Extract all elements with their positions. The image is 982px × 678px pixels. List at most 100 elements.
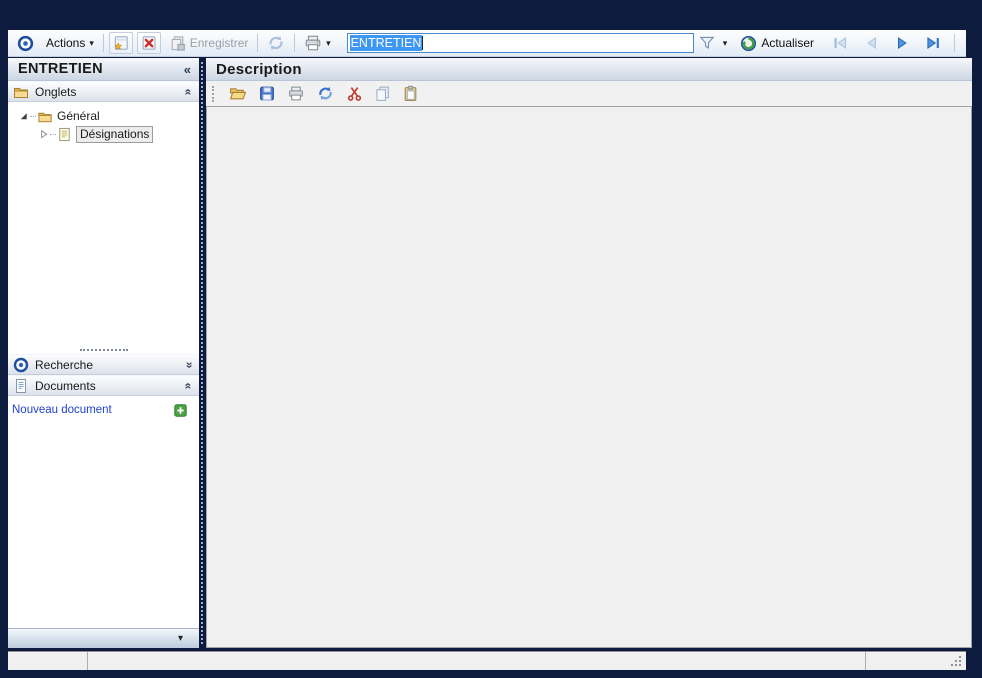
actions-button[interactable]: Actions ▾ bbox=[42, 34, 98, 52]
double-chevron-up-icon[interactable]: « bbox=[182, 88, 196, 95]
document-icon bbox=[13, 378, 29, 394]
filter-icon bbox=[698, 34, 716, 52]
delete-item-icon bbox=[140, 34, 158, 52]
first-record-button[interactable] bbox=[827, 33, 854, 53]
folder-icon bbox=[37, 109, 53, 124]
description-content-area bbox=[206, 106, 972, 648]
toolbar-separator bbox=[257, 34, 259, 52]
sidebar-horizontal-splitter[interactable] bbox=[8, 345, 199, 354]
tree-node-label: Général bbox=[57, 109, 100, 123]
new-item-icon bbox=[112, 34, 130, 52]
record-navigator bbox=[827, 33, 947, 53]
save-button[interactable] bbox=[257, 84, 277, 103]
first-record-icon bbox=[834, 37, 847, 49]
copy-button[interactable] bbox=[373, 84, 392, 103]
last-record-icon bbox=[927, 37, 939, 49]
new-item-button[interactable] bbox=[108, 32, 133, 54]
toolbar-right-group: ▾ Actualiser bbox=[694, 32, 960, 54]
filter-button[interactable] bbox=[694, 32, 720, 54]
expanded-twisty-icon[interactable] bbox=[18, 110, 29, 122]
record-name-input[interactable]: ENTRETIEN bbox=[346, 33, 694, 53]
status-cell-right bbox=[866, 652, 966, 670]
target-icon bbox=[13, 357, 29, 373]
folder-icon bbox=[13, 84, 29, 100]
tree-node-designations[interactable]: Désignations bbox=[8, 125, 199, 143]
refresh-circle-icon bbox=[740, 35, 757, 52]
save-floppy-icon bbox=[260, 86, 274, 101]
tree-node-general[interactable]: Général bbox=[8, 107, 199, 125]
status-bar bbox=[8, 651, 966, 670]
tree-connector bbox=[50, 133, 56, 135]
sidebar-filler bbox=[8, 420, 199, 628]
main-header: Description bbox=[206, 58, 972, 81]
page-title: Description bbox=[216, 60, 302, 78]
sidebar-header: ENTRETIEN « bbox=[8, 58, 199, 81]
tree-node-label: Désignations bbox=[76, 125, 154, 143]
refresh-button[interactable] bbox=[315, 84, 336, 103]
print-button[interactable]: ▾ bbox=[300, 32, 335, 54]
new-document-row: Nouveau document bbox=[8, 396, 199, 420]
collapse-panel-icon[interactable]: « bbox=[184, 62, 191, 77]
paste-button[interactable] bbox=[401, 84, 420, 103]
main-panel: Description bbox=[206, 58, 972, 648]
sidebar-bottom-bar: ▾ bbox=[8, 628, 199, 648]
toolbar-drag-handle[interactable] bbox=[212, 85, 214, 102]
last-record-button[interactable] bbox=[920, 33, 947, 53]
refresh-icon bbox=[319, 86, 332, 101]
overflow-dropdown-icon[interactable]: ▾ bbox=[178, 633, 183, 644]
double-chevron-down-icon[interactable]: « bbox=[182, 361, 196, 368]
save-label: Enregistrer bbox=[189, 36, 249, 50]
toolbar-separator bbox=[102, 34, 104, 52]
sidebar-panel: ENTRETIEN « Onglets « Général Désignatio… bbox=[8, 58, 199, 648]
sync-button[interactable] bbox=[263, 32, 289, 54]
group-label: Documents bbox=[35, 378, 96, 393]
cut-icon bbox=[347, 87, 362, 101]
paste-icon bbox=[404, 85, 417, 101]
app-menu-button[interactable] bbox=[13, 33, 38, 54]
open-folder-icon bbox=[229, 88, 247, 100]
group-label: Recherche bbox=[35, 357, 94, 372]
delete-item-button[interactable] bbox=[136, 32, 161, 54]
open-button[interactable] bbox=[227, 84, 248, 103]
save-button[interactable]: Enregistrer bbox=[165, 33, 253, 54]
status-cell-left bbox=[8, 652, 88, 670]
tabs-tree: Général Désignations bbox=[8, 102, 199, 345]
sidebar-title: ENTRETIEN bbox=[18, 61, 103, 77]
actions-label: Actions bbox=[46, 36, 86, 50]
page-icon bbox=[57, 127, 72, 142]
top-toolbar: Actions ▾ Enregistrer ▾ ENTRETIEN ▾ Actu… bbox=[8, 30, 966, 57]
selected-text: ENTRETIEN bbox=[349, 35, 423, 51]
previous-record-icon bbox=[867, 37, 877, 49]
sidebar-group-documents[interactable]: Documents « bbox=[8, 375, 199, 396]
previous-record-button[interactable] bbox=[858, 33, 885, 53]
refresh-button[interactable]: Actualiser bbox=[736, 33, 818, 54]
refresh-label: Actualiser bbox=[761, 36, 815, 50]
tree-connector bbox=[30, 115, 36, 117]
resize-grip[interactable] bbox=[959, 664, 961, 666]
sidebar-group-onglets[interactable]: Onglets « bbox=[8, 81, 199, 102]
cut-button[interactable] bbox=[345, 84, 364, 103]
description-toolbar bbox=[206, 81, 972, 106]
new-document-link[interactable]: Nouveau document bbox=[12, 404, 112, 416]
target-icon bbox=[17, 35, 34, 52]
double-chevron-up-icon[interactable]: « bbox=[182, 382, 196, 389]
text-caret bbox=[422, 36, 424, 50]
next-record-icon bbox=[898, 37, 907, 49]
filter-dropdown-icon[interactable]: ▾ bbox=[723, 38, 728, 48]
copy-icon bbox=[376, 86, 389, 101]
toolbar-separator bbox=[294, 34, 296, 52]
toolbar-separator bbox=[954, 34, 956, 52]
save-icon bbox=[169, 35, 186, 52]
chevron-down-icon: ▾ bbox=[89, 37, 94, 48]
print-button[interactable] bbox=[286, 84, 306, 103]
status-cell-middle bbox=[88, 652, 866, 670]
add-plus-icon[interactable] bbox=[174, 403, 187, 417]
print-icon bbox=[304, 34, 322, 52]
next-record-button[interactable] bbox=[889, 33, 916, 53]
group-label: Onglets bbox=[35, 84, 77, 99]
sidebar-group-recherche[interactable]: Recherche « bbox=[8, 354, 199, 375]
print-icon bbox=[289, 86, 303, 101]
sync-icon bbox=[267, 34, 285, 52]
chevron-down-icon[interactable]: ▾ bbox=[326, 38, 331, 48]
collapsed-twisty-icon[interactable] bbox=[38, 128, 49, 140]
